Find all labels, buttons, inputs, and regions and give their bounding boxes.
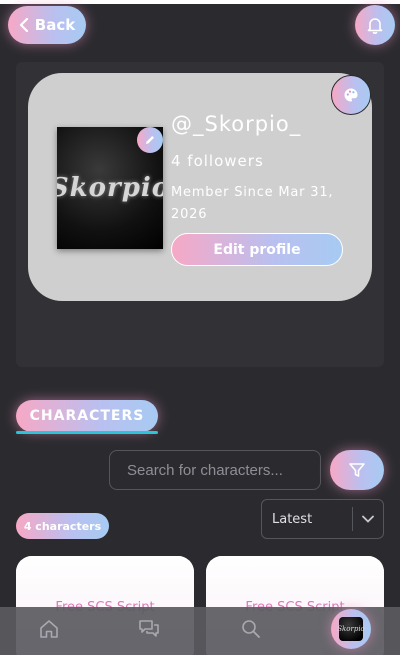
home-icon bbox=[40, 620, 58, 638]
top-edge bbox=[0, 0, 400, 4]
profile-avatar-mini: Skorpio bbox=[337, 617, 365, 641]
notifications-button[interactable] bbox=[355, 5, 395, 45]
search-input[interactable] bbox=[109, 450, 321, 490]
theme-button[interactable] bbox=[331, 75, 371, 115]
filter-icon bbox=[349, 463, 365, 477]
bell-icon bbox=[367, 18, 383, 34]
tab-underline bbox=[16, 431, 158, 434]
palette-icon bbox=[344, 88, 358, 102]
chevron-left-icon bbox=[19, 18, 28, 32]
pencil-icon bbox=[146, 136, 154, 144]
mini-avatar-logo: Skorpio bbox=[337, 625, 365, 633]
member-since: Member Since Mar 31, 2026 bbox=[171, 185, 334, 222]
tab-characters[interactable]: CHARACTERS bbox=[16, 400, 158, 432]
chat-icon bbox=[139, 620, 159, 637]
filter-button[interactable] bbox=[330, 450, 384, 490]
edit-avatar-button[interactable] bbox=[137, 127, 163, 153]
nav-chat[interactable] bbox=[129, 607, 169, 651]
sort-select[interactable]: Latest bbox=[261, 499, 384, 539]
search-icon bbox=[242, 620, 260, 638]
back-button[interactable]: Back bbox=[8, 6, 86, 44]
nav-search[interactable] bbox=[231, 607, 271, 651]
nav-home[interactable] bbox=[29, 607, 69, 651]
back-label: Back bbox=[34, 16, 76, 34]
username: @_Skorpio_ bbox=[171, 112, 302, 136]
avatar-logo: Skorpio bbox=[57, 173, 163, 203]
nav-profile[interactable]: Skorpio bbox=[331, 609, 371, 649]
chevron-down-icon bbox=[353, 515, 383, 523]
followers-count[interactable]: 4 followers bbox=[171, 152, 264, 170]
edit-profile-button[interactable]: Edit profile bbox=[171, 233, 343, 266]
character-count-badge: 4 characters bbox=[16, 513, 109, 539]
sort-value: Latest bbox=[272, 511, 313, 527]
